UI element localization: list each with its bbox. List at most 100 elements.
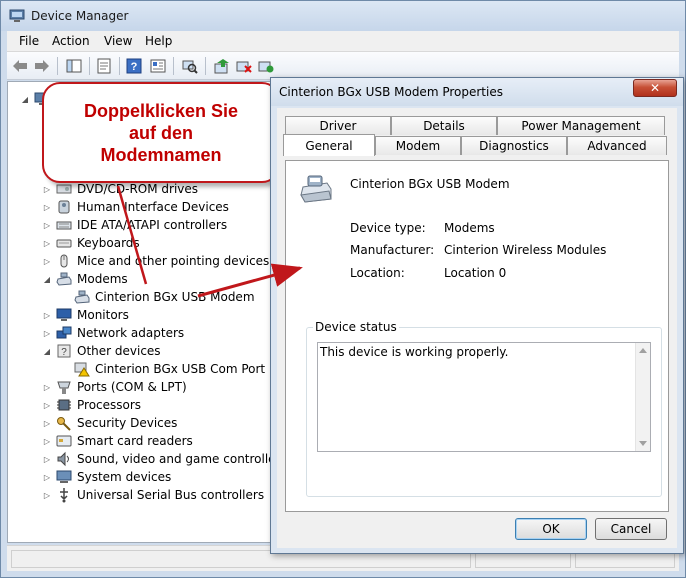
sound-icon [57, 451, 69, 467]
device-type-label: Device type: [350, 221, 426, 235]
device-manager-titlebar: Device Manager [1, 1, 685, 31]
collapsed-triangle-icon[interactable]: ▷ [42, 490, 52, 500]
collapsed-triangle-icon[interactable]: ▷ [42, 238, 52, 248]
tree-item-label: Other devices [77, 344, 161, 358]
cancel-button[interactable]: Cancel [595, 518, 667, 540]
scan-hardware-icon[interactable] [181, 57, 199, 75]
forward-arrow-icon[interactable] [33, 57, 51, 75]
tab-power-management[interactable]: Power Management [497, 116, 665, 135]
toolbar: ? [7, 52, 679, 80]
usb-icon [60, 488, 68, 503]
tree-category-item[interactable]: ▷ Human Interface Devices [42, 198, 229, 216]
help-icon[interactable]: ? [125, 57, 143, 75]
tree-category-item[interactable]: ◢ Modems [42, 270, 128, 288]
collapsed-triangle-icon[interactable]: ▷ [42, 400, 52, 410]
menu-bar: File Action View Help [7, 31, 679, 52]
device-manager-title: Device Manager [31, 9, 129, 23]
update-driver-icon[interactable] [213, 57, 231, 75]
tree-category-item[interactable]: ▷ Security Devices [42, 414, 177, 432]
properties-body: Driver Details Power Management General … [277, 108, 677, 548]
tree-category-item[interactable]: ▷ Keyboards [42, 234, 140, 252]
tree-category-item[interactable]: ▷ Monitors [42, 306, 129, 324]
tree-child-item[interactable]: Cinterion BGx USB Com Port [60, 360, 265, 378]
tree-item-label: IDE ATA/ATAPI controllers [77, 218, 228, 232]
modem-icon [56, 272, 72, 286]
ide-controller-icon [56, 221, 72, 230]
tab-driver[interactable]: Driver [285, 116, 391, 135]
toolbar-separator [57, 57, 58, 75]
tree-category-item[interactable]: ▷ Mice and other pointing devices [42, 252, 269, 270]
collapsed-triangle-icon[interactable]: ▷ [42, 472, 52, 482]
tree-category-item[interactable]: ◢? Other devices [42, 342, 161, 360]
scroll-down-icon[interactable] [639, 441, 647, 447]
expanded-triangle-icon[interactable]: ◢ [42, 346, 52, 356]
expanded-triangle-icon[interactable]: ◢ [42, 274, 52, 284]
collapsed-triangle-icon[interactable]: ▷ [42, 202, 52, 212]
tree-item-label: Processors [77, 398, 142, 412]
uninstall-device-icon[interactable] [257, 57, 275, 75]
location-value: Location 0 [444, 266, 507, 280]
console-tree-icon[interactable] [65, 57, 83, 75]
device-type-value: Modems [444, 221, 495, 235]
unknown-device-icon: ? [57, 344, 71, 358]
collapsed-triangle-icon[interactable]: ▷ [42, 454, 52, 464]
collapsed-triangle-icon[interactable]: ▷ [42, 382, 52, 392]
tab-general[interactable]: General [283, 134, 375, 156]
tree-category-item[interactable]: ▷ Smart card readers [42, 432, 193, 450]
menu-help[interactable]: Help [143, 34, 174, 48]
processor-icon [57, 399, 71, 411]
tree-category-item[interactable]: ▷ Processors [42, 396, 141, 414]
expanded-triangle-icon[interactable]: ◢ [20, 94, 30, 104]
tree-item-label: System devices [77, 470, 172, 484]
scroll-up-icon[interactable] [639, 347, 647, 353]
toolbar-separator [173, 57, 174, 75]
collapsed-triangle-icon[interactable]: ▷ [42, 220, 52, 230]
general-tab-page: Cinterion BGx USB Modem Device type: Mod… [285, 160, 669, 512]
tab-advanced[interactable]: Advanced [567, 136, 667, 155]
menu-file[interactable]: File [17, 34, 41, 48]
tree-item-label: Smart card readers [77, 434, 193, 448]
properties-sheet-icon[interactable] [95, 57, 113, 75]
tree-category-item[interactable]: ▷ Ports (COM & LPT) [42, 378, 187, 396]
collapsed-triangle-icon[interactable]: ▷ [42, 418, 52, 428]
manufacturer-label: Manufacturer: [350, 243, 435, 257]
warning-device-icon [74, 362, 90, 377]
ok-button[interactable]: OK [515, 518, 587, 540]
menu-view[interactable]: View [102, 34, 134, 48]
close-button[interactable]: ✕ [633, 79, 677, 97]
collapsed-triangle-icon[interactable]: ▷ [42, 310, 52, 320]
svg-text:?: ? [131, 61, 138, 73]
tree-category-item[interactable]: ▷ Sound, video and game controllers [42, 450, 287, 468]
device-status-label: Device status [313, 320, 399, 334]
device-status-textbox[interactable]: This device is working properly. [317, 342, 651, 452]
properties-title: Cinterion BGx USB Modem Properties [279, 85, 503, 99]
tree-item-label: Universal Serial Bus controllers [77, 488, 265, 502]
location-label: Location: [350, 266, 405, 280]
tree-child-item[interactable]: Cinterion BGx USB Modem [60, 288, 255, 306]
tree-category-item[interactable]: ▷ IDE ATA/ATAPI controllers [42, 216, 227, 234]
details-pane-icon[interactable] [149, 57, 167, 75]
menu-action[interactable]: Action [50, 34, 92, 48]
device-status-group: Device status This device is working pro… [306, 320, 662, 497]
tab-diagnostics[interactable]: Diagnostics [461, 136, 567, 155]
tree-item-label: DVD/CD-ROM drives [77, 182, 199, 196]
tree-category-item[interactable]: ▷ Network adapters [42, 324, 184, 342]
collapsed-triangle-icon[interactable]: ▷ [42, 184, 52, 194]
modem-icon [74, 290, 90, 304]
status-scrollbar[interactable] [635, 343, 650, 451]
collapsed-triangle-icon[interactable]: ▷ [42, 328, 52, 338]
system-devices-icon [56, 470, 72, 483]
back-arrow-icon[interactable] [11, 57, 29, 75]
tab-details[interactable]: Details [391, 116, 497, 135]
tree-category-item[interactable]: ▷ Universal Serial Bus controllers [42, 486, 264, 504]
tree-item-label: Ports (COM & LPT) [77, 380, 187, 394]
collapsed-triangle-icon[interactable]: ▷ [42, 436, 52, 446]
security-key-icon [57, 417, 71, 431]
tab-modem[interactable]: Modem [375, 136, 461, 155]
collapsed-triangle-icon[interactable]: ▷ [42, 256, 52, 266]
disable-device-icon[interactable] [235, 57, 253, 75]
tree-item-label: Sound, video and game controllers [77, 452, 287, 466]
tree-category-item[interactable]: ▷ System devices [42, 468, 171, 486]
tree-item-label: Mice and other pointing devices [77, 254, 270, 268]
